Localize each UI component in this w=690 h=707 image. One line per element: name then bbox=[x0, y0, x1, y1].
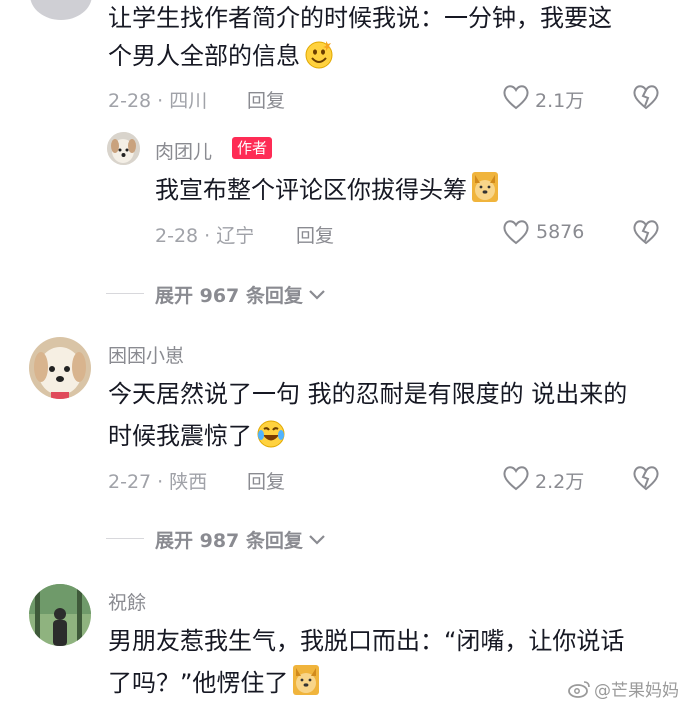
comment-text-line2: 时候我震惊了 bbox=[108, 417, 286, 460]
divider bbox=[106, 293, 144, 294]
broken-heart-icon[interactable] bbox=[632, 84, 660, 114]
comment-date-location: 2-28 · 辽宁 bbox=[155, 225, 255, 247]
doge-emoji-icon bbox=[471, 171, 499, 214]
comment-text-line2: 个男人全部的信息 bbox=[108, 37, 334, 80]
heart-icon[interactable] bbox=[502, 219, 530, 249]
comment-text: 今天居然说了一句 我的忍耐是有限度的 说出来的 bbox=[108, 380, 628, 408]
heart-icon[interactable] bbox=[502, 84, 530, 114]
avatar[interactable] bbox=[107, 132, 140, 165]
expand-replies-button[interactable]: 展开 967 条回复 bbox=[155, 281, 327, 308]
smile-emoji-icon bbox=[304, 39, 334, 80]
reply-button[interactable]: 回复 bbox=[247, 467, 285, 494]
comment-date-location: 2-28 · 四川 bbox=[108, 90, 208, 112]
comment-text: 让学生找作者简介的时候我说：一分钟，我要这 bbox=[108, 4, 612, 32]
comment-text: 男朋友惹我生气，我脱口而出：“闭嘴，让你说话 bbox=[108, 627, 625, 655]
username[interactable]: 肉团儿 bbox=[155, 137, 212, 164]
like-count: 5876 bbox=[536, 221, 585, 243]
comment-text: 我宣布整个评论区你拔得头筹 bbox=[155, 171, 499, 214]
username[interactable]: 困困小崽 bbox=[108, 341, 184, 368]
reply-button[interactable]: 回复 bbox=[296, 221, 334, 248]
author-badge: 作者 bbox=[232, 137, 273, 159]
like-count: 2.2万 bbox=[535, 471, 585, 493]
comment-date-location: 2-27 · 陕西 bbox=[108, 471, 208, 493]
avatar[interactable] bbox=[29, 337, 91, 399]
reply-button[interactable]: 回复 bbox=[247, 86, 285, 113]
chevron-down-icon bbox=[309, 534, 325, 545]
weibo-logo-icon bbox=[568, 680, 590, 698]
broken-heart-icon[interactable] bbox=[632, 465, 660, 495]
doge-emoji-icon bbox=[292, 664, 320, 707]
expand-replies-button[interactable]: 展开 987 条回复 bbox=[155, 526, 327, 553]
crying-laugh-emoji-icon bbox=[256, 419, 286, 460]
comment-text-line2: 了吗？”他愣住了 bbox=[108, 664, 320, 707]
divider bbox=[106, 538, 144, 539]
like-count: 2.1万 bbox=[535, 90, 585, 112]
username[interactable]: 祝餘 bbox=[108, 588, 146, 615]
heart-icon[interactable] bbox=[502, 465, 530, 495]
avatar[interactable] bbox=[29, 584, 91, 646]
broken-heart-icon[interactable] bbox=[632, 219, 660, 249]
chevron-down-icon bbox=[309, 289, 325, 300]
watermark: @芒果妈妈 bbox=[567, 676, 679, 701]
avatar[interactable] bbox=[30, 0, 92, 20]
